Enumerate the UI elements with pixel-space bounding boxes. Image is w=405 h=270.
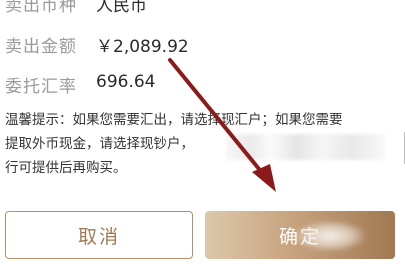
sell-amount-row: 卖出金额 ￥2,089.92: [0, 32, 405, 60]
redaction-smudge: [295, 221, 365, 251]
notice-line-1: 温馨提示：如果您需要汇出，请选择现汇户；如果您需要: [5, 112, 343, 128]
exchange-rate-label: 委托汇率: [5, 77, 77, 97]
sell-amount-label: 卖出金额: [5, 37, 77, 57]
cancel-button[interactable]: 取消: [5, 211, 193, 259]
cancel-button-label: 取消: [77, 225, 120, 248]
sell-currency-value: 人民币: [96, 0, 147, 16]
confirm-button[interactable]: 确定: [205, 211, 395, 259]
sell-currency-row: 卖出币种 人民币: [0, 0, 405, 19]
sell-amount-value: ￥2,089.92: [96, 37, 189, 57]
redacted-text-blur: [226, 134, 386, 160]
exchange-rate-value: 696.64: [96, 72, 156, 92]
sell-currency-label: 卖出币种: [5, 0, 77, 16]
exchange-rate-row: 委托汇率 696.64: [0, 72, 405, 100]
